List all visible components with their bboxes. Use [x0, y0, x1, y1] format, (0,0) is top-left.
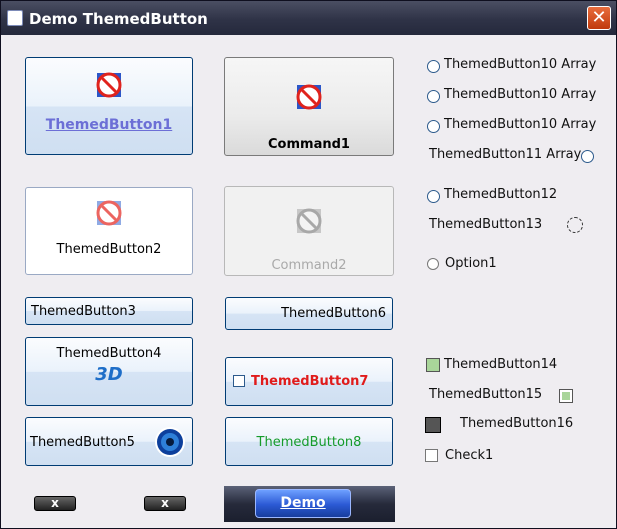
no-entry-icon [296, 208, 322, 234]
radio-12-label: ThemedButton12 [444, 187, 558, 202]
radio-13-icon[interactable] [567, 217, 583, 233]
checkbox-16-label: ThemedButton16 [460, 416, 574, 431]
3d-icon: 3D [95, 364, 123, 385]
option-1-icon[interactable] [427, 258, 439, 270]
command-1-label: Command1 [268, 137, 350, 152]
demo-button-frame: Demo [224, 486, 395, 522]
x-button-1[interactable]: x [34, 496, 76, 511]
radio-10-array-1-label: ThemedButton10 Array [444, 87, 597, 102]
client-area: ThemedButton1 Command1 ThemedButton2 Com… [4, 35, 613, 527]
checkbox-16-icon[interactable] [425, 417, 441, 433]
command-1-button[interactable]: Command1 [224, 57, 394, 156]
app-window: Demo ThemedButton ✕ ThemedButton1 Comman… [0, 0, 617, 529]
radio-10-array-2-label: ThemedButton10 Array [444, 117, 597, 132]
demo-button-label: Demo [280, 495, 326, 511]
radio-13-label: ThemedButton13 [429, 217, 543, 232]
radio-12-icon[interactable] [427, 190, 440, 203]
radio-10-array-0-icon[interactable] [427, 60, 440, 73]
window-icon [7, 10, 23, 26]
checkbox-14-icon[interactable] [426, 358, 440, 372]
x-button-2[interactable]: x [144, 496, 186, 511]
themed-button-1[interactable]: ThemedButton1 [25, 57, 193, 155]
radio-10-array-1-icon[interactable] [427, 90, 440, 103]
check-1-label: Check1 [445, 448, 494, 463]
themed-button-5[interactable]: ThemedButton5 [25, 417, 193, 466]
command-2-button[interactable]: Command2 [224, 186, 394, 276]
themed-button-6-label: ThemedButton6 [281, 306, 386, 321]
themed-button-2-label: ThemedButton2 [56, 242, 162, 257]
eye-icon [155, 427, 185, 457]
no-entry-icon [296, 84, 322, 110]
window-title: Demo ThemedButton [29, 10, 208, 28]
radio-10-array-0-label: ThemedButton10 Array [444, 57, 597, 72]
themed-button-6[interactable]: ThemedButton6 [225, 297, 393, 330]
demo-button[interactable]: Demo [255, 489, 351, 518]
close-button[interactable]: ✕ [587, 6, 611, 30]
themed-button-4-label: ThemedButton4 [56, 346, 162, 361]
themed-button-7-label: ThemedButton7 [251, 374, 369, 389]
no-entry-icon [96, 200, 122, 226]
themed-button-4[interactable]: ThemedButton4 3D [25, 337, 193, 406]
themed-button-8[interactable]: ThemedButton8 [225, 417, 393, 466]
themed-button-3-label: ThemedButton3 [31, 304, 136, 319]
radio-11-array-label: ThemedButton11 Array [429, 147, 582, 162]
checkbox-15-icon[interactable] [559, 389, 573, 403]
themed-button-2[interactable]: ThemedButton2 [25, 187, 193, 275]
radio-10-array-2-icon[interactable] [427, 120, 440, 133]
command-2-label: Command2 [271, 258, 347, 273]
option-1-label: Option1 [445, 256, 497, 271]
radio-11-array-icon[interactable] [581, 150, 594, 163]
themed-button-3[interactable]: ThemedButton3 [25, 297, 193, 325]
themed-button-7[interactable]: ThemedButton7 [225, 357, 393, 406]
checkbox-icon [233, 375, 245, 387]
themed-button-8-label: ThemedButton8 [256, 435, 362, 450]
no-entry-icon [96, 72, 122, 98]
themed-button-1-label: ThemedButton1 [45, 117, 173, 133]
checkbox-14-label: ThemedButton14 [444, 357, 558, 372]
checkbox-15-label: ThemedButton15 [429, 387, 543, 402]
check-1-icon[interactable] [425, 449, 438, 462]
themed-button-5-label: ThemedButton5 [30, 435, 135, 450]
title-bar[interactable]: Demo ThemedButton ✕ [1, 1, 616, 35]
